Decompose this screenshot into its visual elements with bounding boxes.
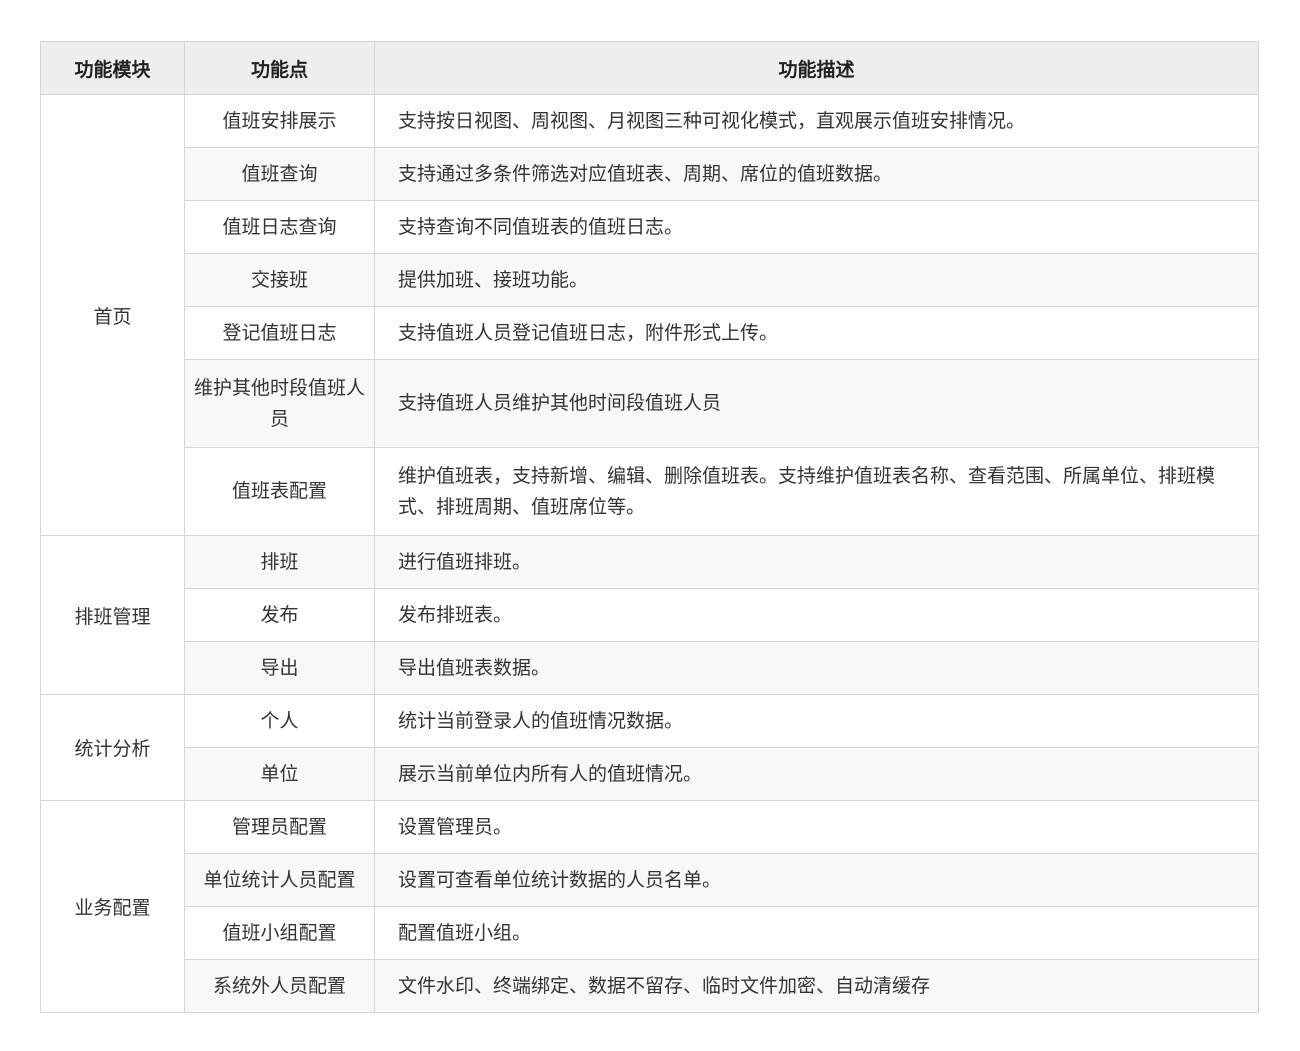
module-cell: 统计分析 bbox=[40, 694, 185, 801]
feature-cell: 排班 bbox=[184, 535, 375, 589]
feature-cell: 系统外人员配置 bbox=[184, 959, 375, 1013]
feature-cell: 登记值班日志 bbox=[184, 306, 375, 360]
module-cell: 首页 bbox=[40, 94, 185, 536]
description-cell: 支持通过多条件筛选对应值班表、周期、席位的值班数据。 bbox=[374, 147, 1259, 201]
description-cell: 维护值班表，支持新增、编辑、删除值班表。支持维护值班表名称、查看范围、所属单位、… bbox=[374, 447, 1259, 536]
table-row: 导出 导出值班表数据。 bbox=[41, 641, 1259, 695]
table-row: 统计分析 个人 统计当前登录人的值班情况数据。 bbox=[40, 694, 1259, 801]
table-row: 值班日志查询 支持查询不同值班表的值班日志。 bbox=[41, 200, 1259, 254]
description-cell: 进行值班排班。 bbox=[374, 535, 1259, 589]
feature-cell: 值班安排展示 bbox=[184, 94, 375, 148]
table-row: 单位统计人员配置 设置可查看单位统计数据的人员名单。 bbox=[41, 853, 1259, 907]
header-feature: 功能点 bbox=[184, 41, 375, 95]
table-row: 值班小组配置 配置值班小组。 bbox=[41, 906, 1259, 960]
description-cell: 支持查询不同值班表的值班日志。 bbox=[374, 200, 1259, 254]
feature-cell: 个人 bbox=[184, 694, 375, 748]
table-row: 业务配置 管理员配置 设置管理员。 bbox=[40, 800, 1259, 1013]
description-cell: 配置值班小组。 bbox=[374, 906, 1259, 960]
header-description: 功能描述 bbox=[374, 41, 1259, 95]
table-row: 值班表配置 维护值班表，支持新增、编辑、删除值班表。支持维护值班表名称、查看范围… bbox=[41, 447, 1259, 536]
feature-cell: 管理员配置 bbox=[184, 800, 375, 854]
feature-cell: 导出 bbox=[184, 641, 375, 695]
feature-cell: 发布 bbox=[184, 588, 375, 642]
table-row: 值班查询 支持通过多条件筛选对应值班表、周期、席位的值班数据。 bbox=[41, 147, 1259, 201]
description-cell: 支持按日视图、周视图、月视图三种可视化模式，直观展示值班安排情况。 bbox=[374, 94, 1259, 148]
feature-cell: 单位 bbox=[184, 747, 375, 801]
feature-cell: 单位统计人员配置 bbox=[184, 853, 375, 907]
description-cell: 提供加班、接班功能。 bbox=[374, 253, 1259, 307]
table-header-row: 功能模块 功能点 功能描述 bbox=[40, 41, 1259, 95]
feature-cell: 值班日志查询 bbox=[184, 200, 375, 254]
description-cell: 支持值班人员登记值班日志，附件形式上传。 bbox=[374, 306, 1259, 360]
description-cell: 发布排班表。 bbox=[374, 588, 1259, 642]
table-row: 首页 值班安排展示 支持按日视图、周视图、月视图三种可视化模式，直观展示值班安排… bbox=[40, 94, 1259, 536]
description-cell: 文件水印、终端绑定、数据不留存、临时文件加密、自动清缓存 bbox=[374, 959, 1259, 1013]
header-module: 功能模块 bbox=[40, 41, 185, 95]
table-row: 发布 发布排班表。 bbox=[41, 588, 1259, 642]
feature-cell: 交接班 bbox=[184, 253, 375, 307]
table-row: 排班管理 排班 进行值班排班。 bbox=[40, 535, 1259, 695]
module-cell: 排班管理 bbox=[40, 535, 185, 695]
module-cell: 业务配置 bbox=[40, 800, 185, 1013]
description-cell: 设置管理员。 bbox=[374, 800, 1259, 854]
feature-cell: 值班小组配置 bbox=[184, 906, 375, 960]
table-row: 维护其他时段值班人员 支持值班人员维护其他时间段值班人员 bbox=[41, 359, 1259, 448]
table-row: 单位 展示当前单位内所有人的值班情况。 bbox=[41, 747, 1259, 801]
feature-cell: 值班表配置 bbox=[184, 447, 375, 536]
description-cell: 统计当前登录人的值班情况数据。 bbox=[374, 694, 1259, 748]
table-row: 系统外人员配置 文件水印、终端绑定、数据不留存、临时文件加密、自动清缓存 bbox=[41, 959, 1259, 1013]
feature-cell: 值班查询 bbox=[184, 147, 375, 201]
table-row: 交接班 提供加班、接班功能。 bbox=[41, 253, 1259, 307]
feature-cell: 维护其他时段值班人员 bbox=[184, 359, 375, 448]
table-row: 登记值班日志 支持值班人员登记值班日志，附件形式上传。 bbox=[41, 306, 1259, 360]
description-cell: 导出值班表数据。 bbox=[374, 641, 1259, 695]
description-cell: 展示当前单位内所有人的值班情况。 bbox=[374, 747, 1259, 801]
description-cell: 支持值班人员维护其他时间段值班人员 bbox=[374, 359, 1259, 448]
feature-table: 功能模块 功能点 功能描述 首页 值班安排展示 支持按日视图、周视图、月视图三种… bbox=[40, 41, 1259, 1013]
description-cell: 设置可查看单位统计数据的人员名单。 bbox=[374, 853, 1259, 907]
